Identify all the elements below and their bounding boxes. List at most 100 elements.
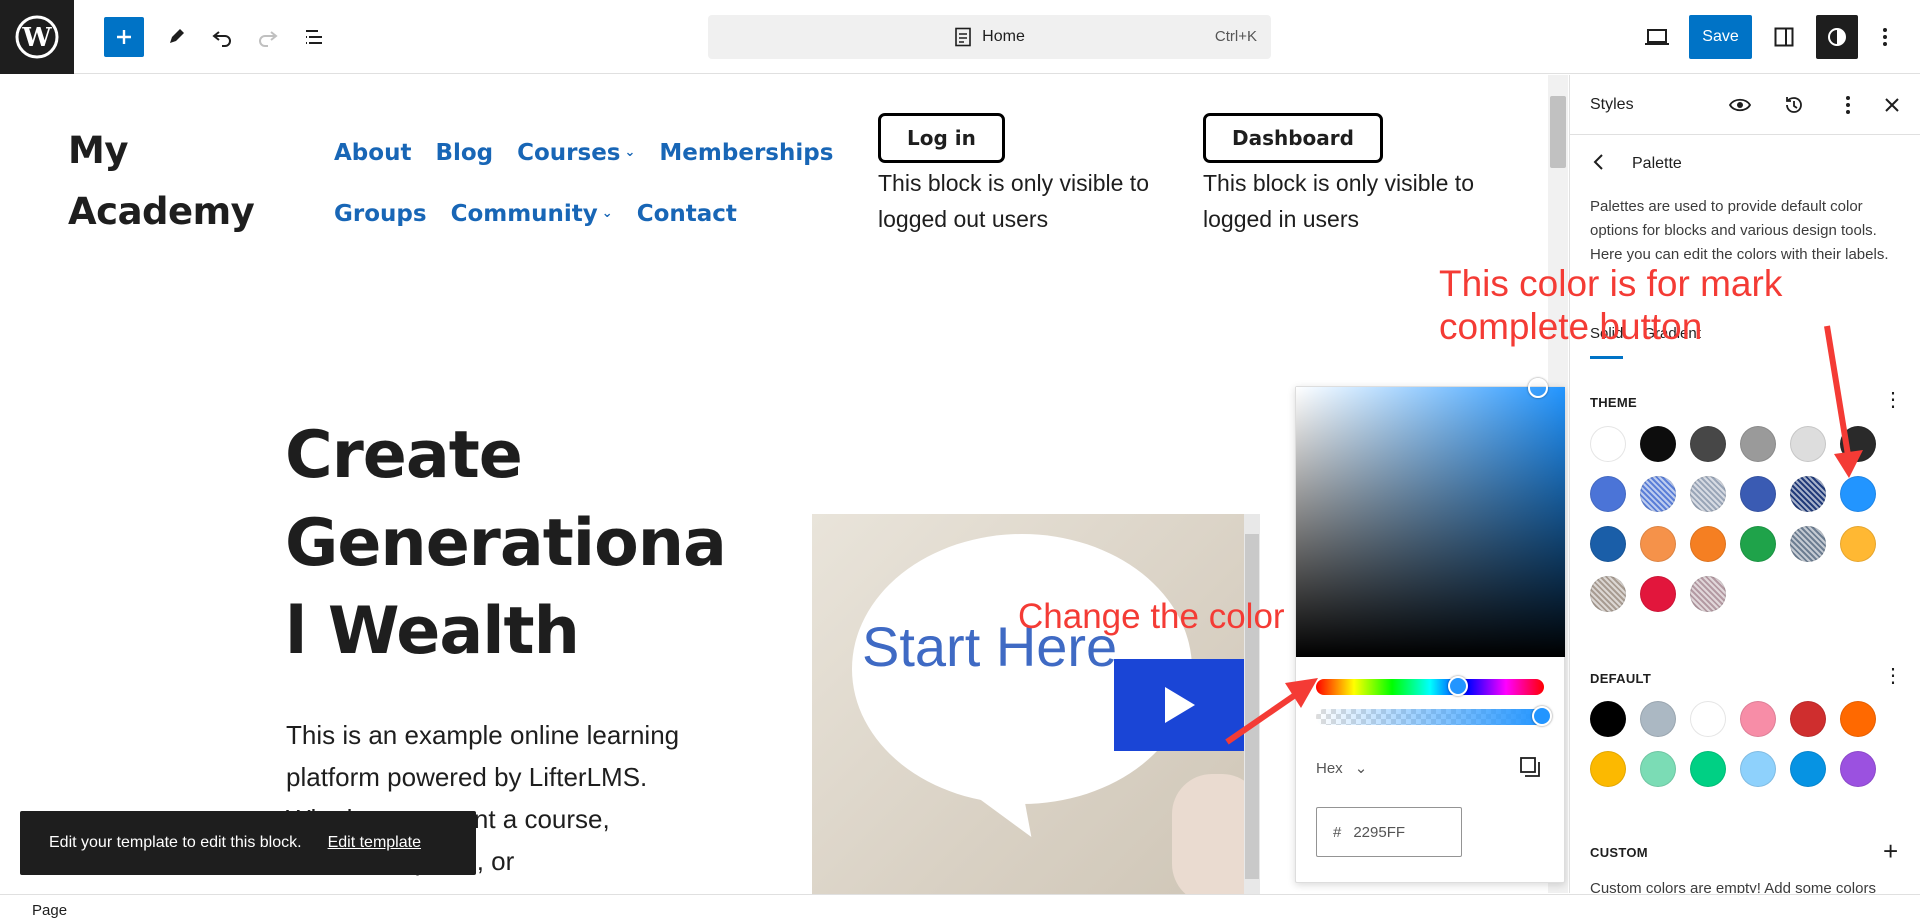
color-swatch[interactable] [1690, 751, 1726, 787]
nav-item-about[interactable]: About [334, 140, 411, 166]
color-swatch[interactable] [1640, 476, 1676, 512]
color-format-select[interactable]: Hex ⌄ [1316, 759, 1367, 778]
nav-item-label: Courses [517, 139, 621, 166]
color-swatch[interactable] [1690, 526, 1726, 562]
copy-icon[interactable] [1518, 755, 1542, 779]
color-swatch[interactable] [1640, 426, 1676, 462]
hand-image [1172, 774, 1244, 894]
close-icon[interactable] [1878, 91, 1906, 119]
edit-tool-pencil-icon[interactable] [156, 17, 196, 57]
video-embed[interactable]: Start Here [812, 514, 1244, 894]
color-swatch[interactable] [1590, 526, 1626, 562]
color-swatch[interactable] [1590, 751, 1626, 787]
hex-color-input[interactable]: # 2295FF [1316, 807, 1462, 857]
hero-heading-line: Create [285, 418, 523, 493]
hero-heading[interactable]: Create Generationa l Wealth [285, 412, 755, 676]
theme-options-icon[interactable]: ⋮ [1883, 390, 1903, 410]
save-button[interactable]: Save [1689, 15, 1752, 59]
color-swatch[interactable] [1640, 701, 1676, 737]
nav-item-contact[interactable]: Contact [637, 201, 737, 227]
color-swatch[interactable] [1790, 701, 1826, 737]
canvas-scrollbar-thumb[interactable] [1550, 96, 1566, 168]
color-swatch[interactable] [1590, 701, 1626, 737]
page-icon [955, 27, 971, 47]
color-swatch[interactable] [1690, 701, 1726, 737]
nav-item-courses[interactable]: Courses ⌄ [517, 140, 635, 166]
add-block-button[interactable] [104, 17, 144, 57]
color-swatch[interactable] [1790, 426, 1826, 462]
video-scrollbar-thumb[interactable] [1245, 534, 1259, 879]
redo-icon[interactable] [248, 17, 288, 57]
template-snackbar: Edit your template to edit this block. E… [20, 811, 476, 875]
nav-item-groups[interactable]: Groups [334, 201, 427, 227]
color-swatch[interactable] [1840, 701, 1876, 737]
play-button[interactable] [1114, 659, 1244, 751]
color-swatch[interactable] [1790, 751, 1826, 787]
preview-device-icon[interactable] [1637, 17, 1677, 57]
color-swatch[interactable] [1740, 526, 1776, 562]
hue-slider[interactable] [1316, 676, 1544, 696]
options-menu-icon[interactable] [1865, 17, 1905, 57]
color-swatch[interactable] [1640, 526, 1676, 562]
dashboard-button[interactable]: Dashboard [1203, 113, 1383, 163]
document-overview-icon[interactable] [294, 17, 334, 57]
color-swatch[interactable] [1840, 751, 1876, 787]
saturation-area[interactable] [1296, 378, 1565, 657]
sidebar-header: Styles [1570, 75, 1920, 135]
color-swatch[interactable] [1590, 576, 1626, 612]
undo-icon[interactable] [202, 17, 242, 57]
chevron-down-icon: ⌄ [601, 206, 613, 221]
default-options-icon[interactable]: ⋮ [1883, 666, 1903, 686]
default-section-label: DEFAULT [1590, 671, 1652, 686]
color-swatch[interactable] [1840, 426, 1876, 462]
site-title-line: My [68, 129, 128, 172]
more-options-icon[interactable] [1834, 91, 1862, 119]
color-swatch[interactable] [1690, 576, 1726, 612]
style-book-eye-icon[interactable] [1726, 91, 1754, 119]
nav-item-label: Community [450, 200, 598, 227]
alpha-slider[interactable] [1316, 706, 1552, 726]
alpha-handle[interactable] [1532, 706, 1552, 726]
color-swatch[interactable] [1590, 476, 1626, 512]
block-breadcrumb: Page [0, 894, 1920, 924]
color-swatch[interactable] [1790, 476, 1826, 512]
dashboard-visibility-note: This block is only visible to [1203, 170, 1474, 196]
styles-toggle-button[interactable] [1816, 15, 1858, 59]
color-swatch[interactable] [1840, 526, 1876, 562]
login-block: Log in This block is only visible to log… [878, 113, 1149, 237]
settings-panel-icon[interactable] [1764, 17, 1804, 57]
nav-item-community[interactable]: Community ⌄ [451, 201, 613, 227]
play-icon [1165, 687, 1195, 723]
color-swatch[interactable] [1690, 476, 1726, 512]
saturation-handle[interactable] [1528, 378, 1548, 398]
site-title[interactable]: My Academy [68, 120, 288, 242]
color-swatch[interactable] [1740, 476, 1776, 512]
top-toolbar: W Home Ctrl+K Save [0, 0, 1920, 74]
add-color-plus-icon[interactable]: + [1883, 838, 1898, 864]
back-chevron-icon[interactable] [1592, 153, 1604, 176]
login-button[interactable]: Log in [878, 113, 1005, 163]
nav-item-memberships[interactable]: Memberships [659, 140, 833, 166]
document-title: Home [982, 28, 1025, 45]
color-swatch[interactable] [1740, 751, 1776, 787]
color-swatch[interactable] [1690, 426, 1726, 462]
command-palette-bar[interactable]: Home Ctrl+K [708, 15, 1271, 59]
hero-paragraph-line: This is an example online learning [286, 720, 680, 750]
revisions-history-icon[interactable] [1780, 91, 1808, 119]
color-swatch[interactable] [1740, 701, 1776, 737]
color-swatch[interactable] [1640, 751, 1676, 787]
color-swatch[interactable] [1640, 576, 1676, 612]
color-swatch[interactable] [1740, 426, 1776, 462]
color-swatch[interactable] [1840, 476, 1876, 512]
edit-template-link[interactable]: Edit template [328, 834, 421, 852]
hue-handle[interactable] [1448, 676, 1468, 696]
snackbar-message: Edit your template to edit this block. [49, 834, 302, 851]
nav-item-blog[interactable]: Blog [435, 140, 493, 166]
breadcrumb-item-page[interactable]: Page [32, 902, 67, 919]
color-swatch[interactable] [1790, 526, 1826, 562]
palette-title: Palette [1632, 155, 1682, 172]
color-swatch[interactable] [1590, 426, 1626, 462]
wordpress-logo-icon[interactable]: W [0, 0, 74, 74]
hero-heading-line: l Wealth [285, 594, 580, 669]
annotation-note: Change the color [1018, 597, 1285, 636]
